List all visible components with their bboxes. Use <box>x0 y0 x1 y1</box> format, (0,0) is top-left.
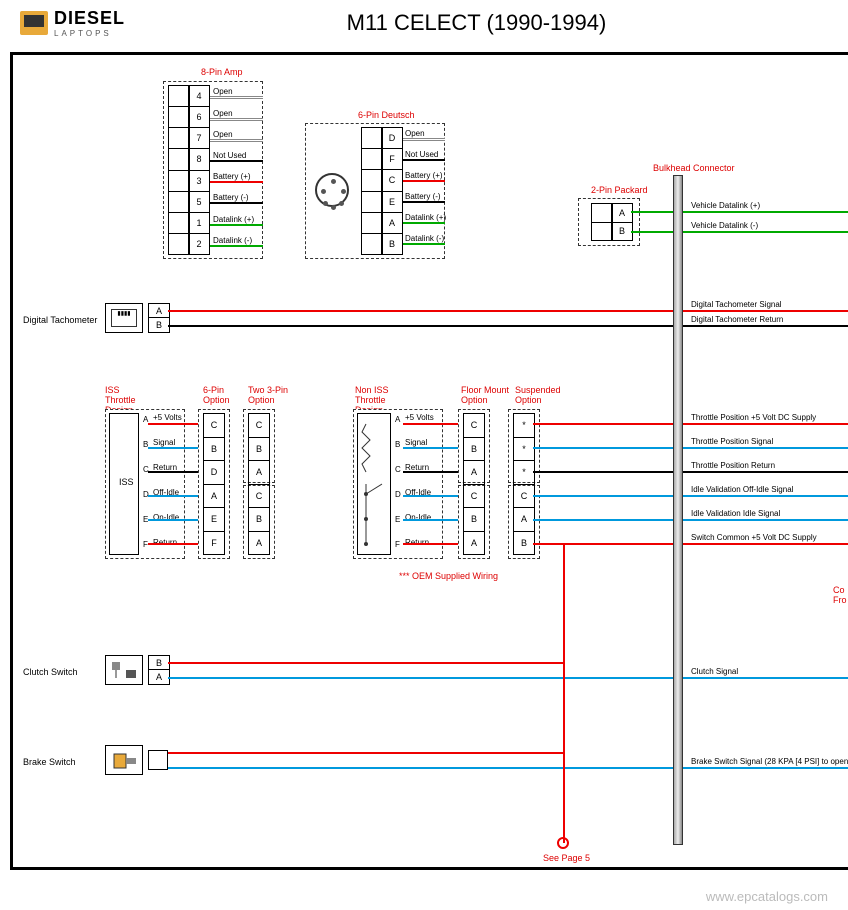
bulkhead-connector <box>673 175 683 845</box>
brand-name: DIESEL <box>54 8 125 28</box>
amp8-title: 8-Pin Amp <box>201 67 243 77</box>
amp8-pins-a <box>168 85 190 255</box>
page-link-ring <box>557 837 569 849</box>
brand-subtitle: LAPTOPS <box>54 29 125 38</box>
amp8-pins-b: 4 6 7 8 3 5 1 2 <box>188 85 210 255</box>
tach-label: Digital Tachometer <box>23 315 97 325</box>
bulkhead-title: Bulkhead Connector <box>653 163 735 173</box>
packard2-title: 2-Pin Packard <box>591 185 648 195</box>
brand-logo: DIESEL LAPTOPS <box>20 8 125 38</box>
diagram-frame: 8-Pin Amp 4 6 7 8 3 5 1 2 Open Open Open… <box>10 52 848 870</box>
deutsch6-title: 6-Pin Deutsch <box>358 110 415 120</box>
page-title: M11 CELECT (1990-1994) <box>125 10 828 36</box>
potentiometer-icon <box>358 414 392 556</box>
clutch-switch-icon <box>105 655 143 685</box>
deutsch6-pins-b: D F C E A B <box>381 127 403 255</box>
deutsch6-pins-a <box>361 127 383 255</box>
logo-icon <box>20 11 48 35</box>
brake-switch-icon <box>105 745 143 775</box>
tach-icon: ▮▮▮▮ <box>105 303 143 333</box>
oem-note: *** OEM Supplied Wiring <box>399 571 498 581</box>
deutsch-plug-icon <box>315 173 349 207</box>
watermark: www.epcatalogs.com <box>706 889 828 904</box>
